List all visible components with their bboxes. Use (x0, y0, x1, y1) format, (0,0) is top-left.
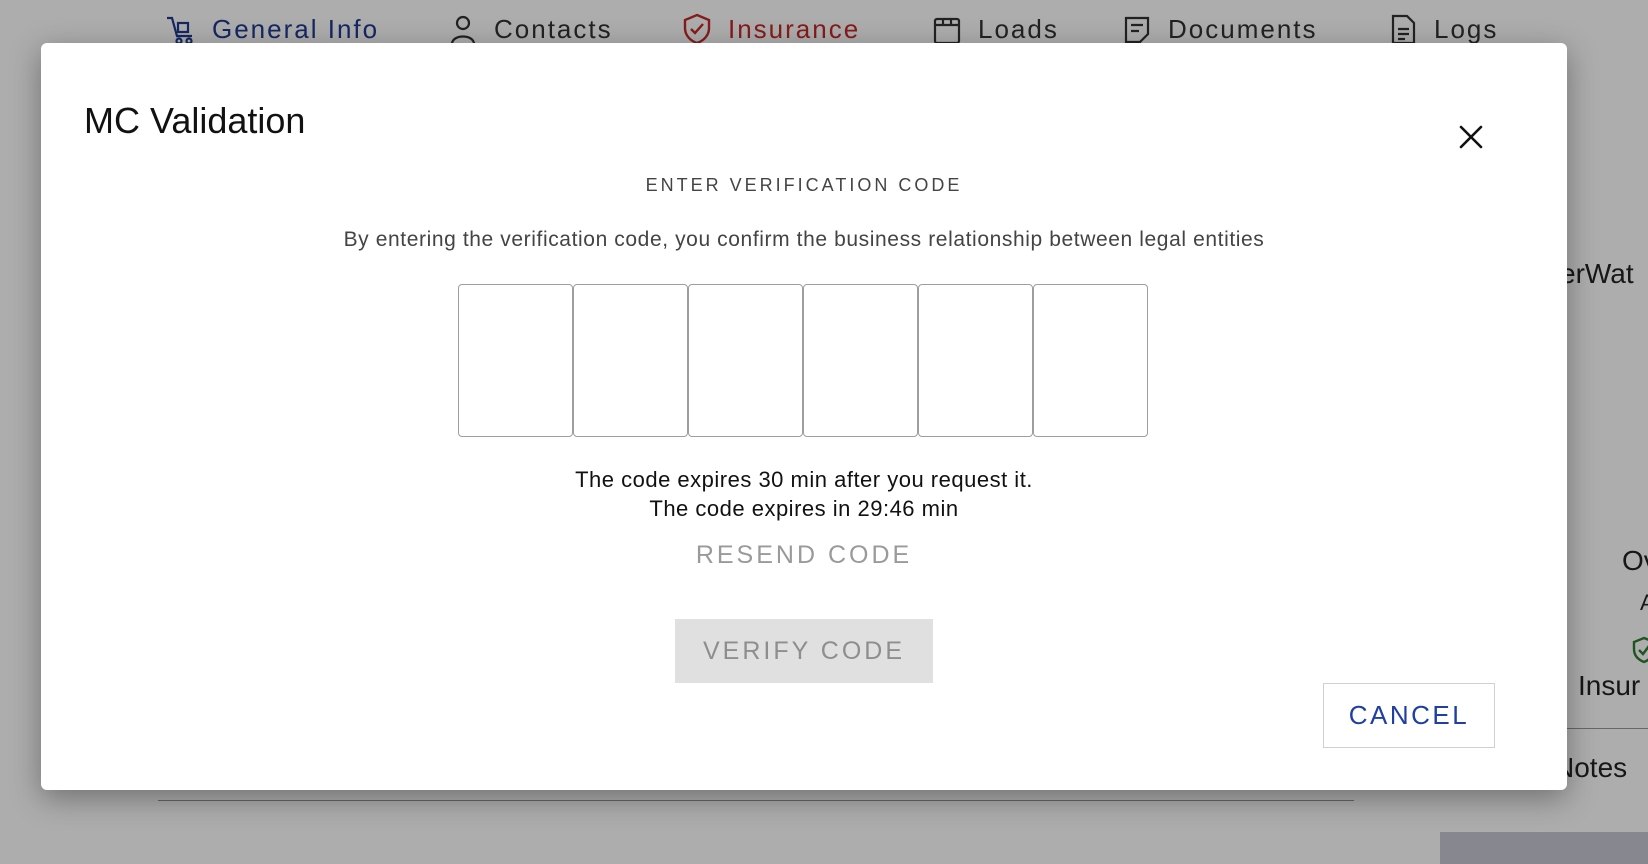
cancel-button[interactable]: CANCEL (1323, 683, 1495, 748)
dialog-title: MC Validation (84, 100, 306, 141)
resend-code-button[interactable]: RESEND CODE (41, 541, 1567, 570)
code-digit-input-4[interactable] (803, 284, 918, 437)
close-button[interactable] (1453, 121, 1489, 157)
code-digit-input-1[interactable] (458, 284, 573, 437)
section-heading: ENTER VERIFICATION CODE (645, 175, 963, 195)
code-digit-input-5[interactable] (918, 284, 1033, 437)
expire-countdown: The code expires in 29:46 min (649, 496, 959, 521)
verification-code-inputs (458, 284, 1148, 438)
code-digit-input-2[interactable] (573, 284, 688, 437)
mc-validation-dialog: MC Validation ENTER VERIFICATION CODE By… (41, 43, 1567, 790)
close-icon (1457, 123, 1485, 156)
expire-note: The code expires 30 min after you reques… (575, 467, 1033, 492)
description-text: By entering the verification code, you c… (343, 228, 1265, 251)
code-digit-input-3[interactable] (688, 284, 803, 437)
code-digit-input-6[interactable] (1033, 284, 1148, 437)
verify-code-button[interactable]: VERIFY CODE (675, 619, 933, 683)
